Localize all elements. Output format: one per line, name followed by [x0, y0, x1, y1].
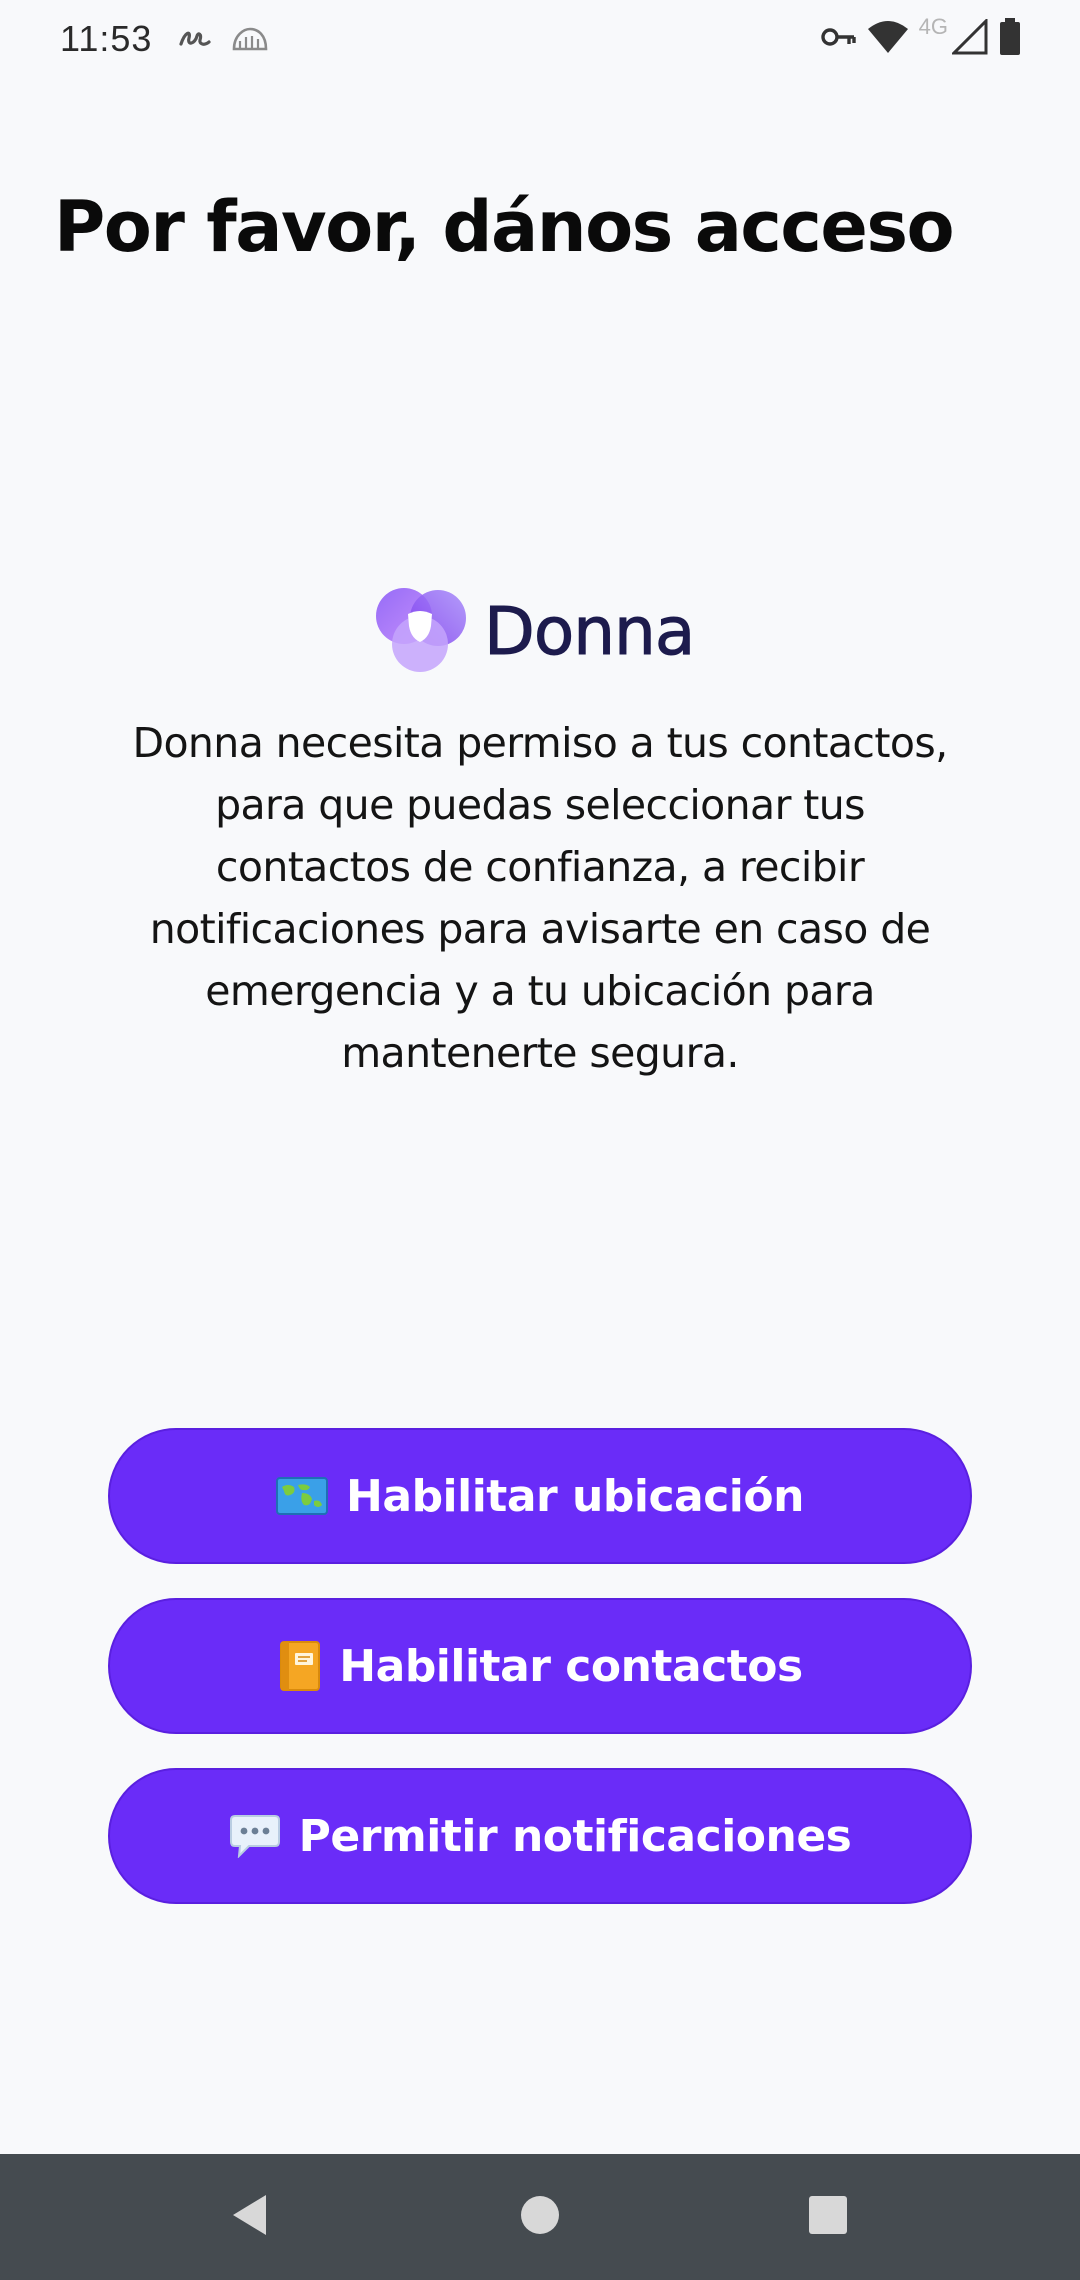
notebook-icon	[277, 1641, 321, 1691]
status-time: 11:53	[60, 18, 153, 59]
allow-notifications-button[interactable]: Permitir notificaciones	[108, 1768, 972, 1904]
recents-icon	[808, 2195, 848, 2239]
recents-button[interactable]	[748, 2154, 908, 2280]
permission-description: Donna necesita permiso a tus contactos, …	[132, 719, 948, 1077]
home-button[interactable]	[460, 2154, 620, 2280]
home-icon	[520, 2195, 560, 2239]
speech-bubble-icon	[229, 1814, 281, 1858]
allow-notifications-label: Permitir notificaciones	[298, 1810, 852, 1862]
enable-location-button[interactable]: Habilitar ubicación	[108, 1428, 972, 1564]
cell-signal-icon	[950, 17, 988, 59]
brand-name: Donna	[483, 592, 695, 670]
system-navigation-bar	[0, 2154, 1080, 2280]
enable-contacts-button[interactable]: Habilitar contactos	[108, 1598, 972, 1734]
status-left-icons	[178, 24, 270, 58]
status-right-icons: 4G	[820, 14, 1022, 60]
wifi-icon	[867, 20, 909, 58]
status-bar: 11:53 4G	[0, 0, 1080, 80]
world-map-icon	[276, 1477, 329, 1515]
enable-location-label: Habilitar ubicación	[346, 1470, 804, 1522]
network-label: 4G	[918, 14, 948, 39]
back-icon	[230, 2193, 270, 2241]
back-button[interactable]	[170, 2154, 330, 2280]
signature-icon	[178, 24, 212, 58]
battery-icon	[998, 18, 1022, 60]
android-debug-icon	[230, 25, 270, 57]
page-title: Por favor, dános acceso	[54, 186, 955, 268]
key-icon	[820, 25, 857, 53]
enable-contacts-label: Habilitar contactos	[339, 1640, 803, 1692]
brand-logo: Donna	[374, 584, 696, 678]
donna-shield-logo-icon	[374, 584, 470, 678]
